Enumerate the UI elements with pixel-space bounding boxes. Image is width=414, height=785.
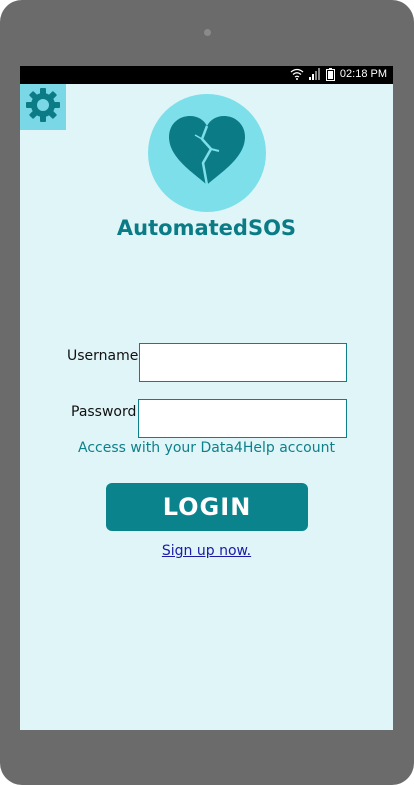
broken-heart-icon <box>167 115 247 191</box>
login-button[interactable]: LOGIN <box>106 483 308 531</box>
password-label: Password <box>71 404 137 420</box>
signup-link[interactable]: Sign up now. <box>20 543 393 559</box>
camera-dot <box>204 29 211 36</box>
password-field[interactable] <box>138 399 347 438</box>
device-frame: 02:18 PM AutomatedSOS Username Password … <box>0 0 414 785</box>
status-time: 02:18 PM <box>339 68 387 80</box>
username-label: Username <box>67 348 139 364</box>
username-field[interactable] <box>139 343 347 382</box>
app-logo <box>148 94 266 212</box>
gear-icon <box>25 87 61 127</box>
battery-icon <box>326 68 335 84</box>
app-title: AutomatedSOS <box>116 216 297 240</box>
account-hint: Access with your Data4Help account <box>78 440 335 456</box>
wifi-icon <box>290 68 304 83</box>
status-bar: 02:18 PM <box>20 66 393 84</box>
screen: 02:18 PM AutomatedSOS Username Password … <box>20 66 393 730</box>
signal-icon <box>309 68 321 83</box>
settings-button[interactable] <box>20 84 66 130</box>
